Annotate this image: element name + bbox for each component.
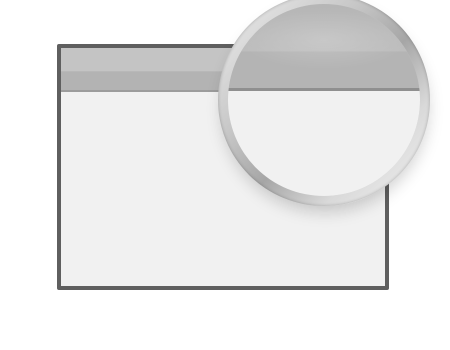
magnifier-lens <box>228 4 420 196</box>
magnified-content <box>228 91 420 196</box>
illustration-canvas <box>0 0 450 350</box>
lens-glare <box>238 10 410 70</box>
